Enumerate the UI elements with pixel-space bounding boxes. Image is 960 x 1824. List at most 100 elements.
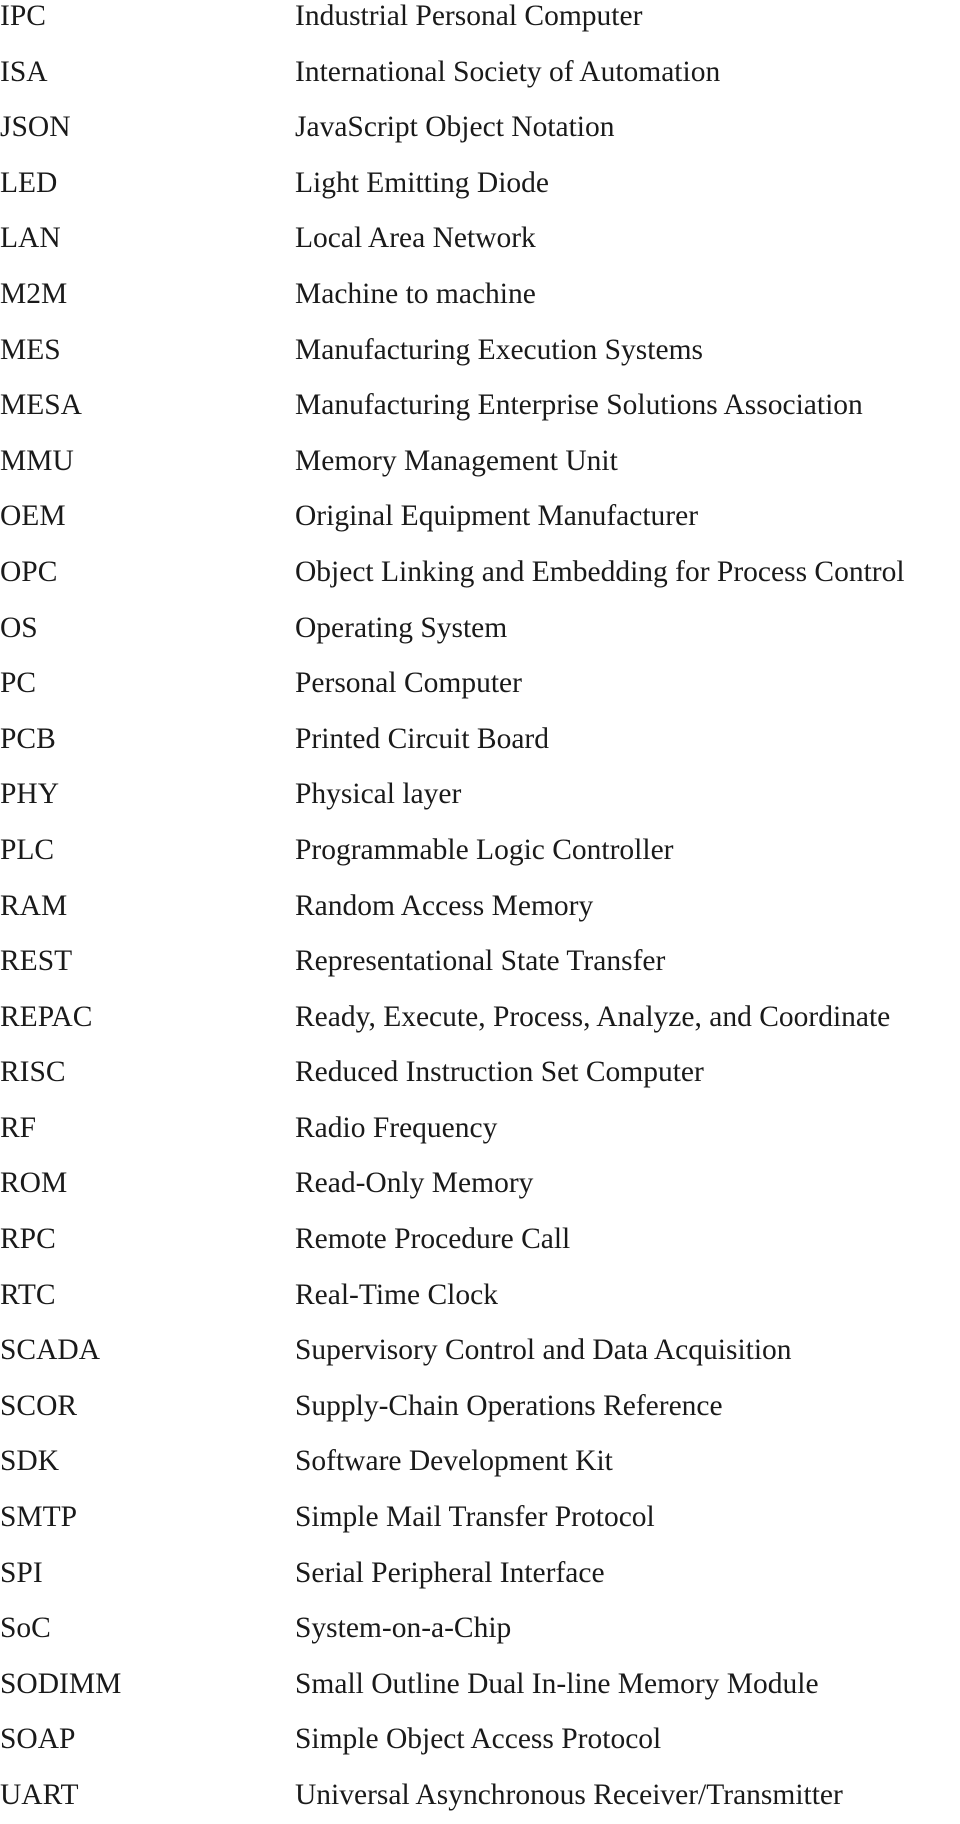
abbreviation-row: SMTP Simple Mail Transfer Protocol — [0, 1490, 960, 1546]
abbreviation-row: SDK Software Development Kit — [0, 1434, 960, 1490]
abbreviation-list: IPC Industrial Personal Computer ISA Intern… — [0, 0, 960, 1824]
abbreviation-term: OEM — [0, 500, 66, 533]
abbreviation-definition: Physical layer — [295, 778, 462, 811]
abbreviation-definition: Simple Object Access Protocol — [295, 1723, 662, 1756]
abbreviation-definition: Manufacturing Execution Systems — [295, 333, 704, 366]
abbreviation-term: REST — [0, 945, 73, 978]
abbreviation-term: SoC — [0, 1612, 51, 1645]
abbreviation-term: IPC — [0, 0, 46, 32]
abbreviation-row: RTC Real-Time Clock — [0, 1268, 960, 1324]
abbreviation-row: RPC Remote Procedure Call — [0, 1212, 960, 1268]
abbreviation-definition: Programmable Logic Controller — [295, 833, 674, 866]
abbreviation-row: MMU Memory Management Unit — [0, 434, 960, 490]
abbreviation-term: SPI — [0, 1556, 43, 1589]
abbreviation-term: RTC — [0, 1278, 56, 1311]
abbreviation-row: IPC Industrial Personal Computer — [0, 0, 960, 45]
abbreviation-row: SODIMM Small Outline Dual In-line Memory … — [0, 1657, 960, 1713]
abbreviation-term: SODIMM — [0, 1667, 122, 1700]
abbreviation-term: LAN — [0, 222, 61, 255]
abbreviation-term: PCB — [0, 722, 56, 755]
abbreviation-row: PCB Printed Circuit Board — [0, 712, 960, 768]
abbreviation-definition: Universal Asynchronous Receiver/Transmit… — [295, 1779, 843, 1811]
abbreviation-row: UART Universal Asynchronous Receiver/Tran… — [0, 1768, 960, 1824]
abbreviation-definition: Real-Time Clock — [295, 1278, 498, 1311]
abbreviation-term: PLC — [0, 833, 55, 866]
abbreviation-definition: Light Emitting Diode — [295, 166, 550, 199]
abbreviation-term: REPAC — [0, 1000, 93, 1033]
abbreviation-term: ROM — [0, 1167, 68, 1200]
abbreviation-row: LAN Local Area Network — [0, 211, 960, 267]
abbreviation-row: SCADA Supervisory Control and Data Acquis… — [0, 1323, 960, 1379]
abbreviation-row: SPI Serial Peripheral Interface — [0, 1546, 960, 1602]
abbreviation-definition: Machine to machine — [295, 277, 536, 310]
abbreviation-row: RAM Random Access Memory — [0, 879, 960, 935]
abbreviation-term: RPC — [0, 1223, 56, 1256]
abbreviation-row: PC Personal Computer — [0, 656, 960, 712]
abbreviation-row: MES Manufacturing Execution Systems — [0, 323, 960, 379]
abbreviation-row: REPAC Ready, Execute, Process, Analyze, a… — [0, 990, 960, 1046]
abbreviation-definition: Representational State Transfer — [295, 945, 666, 978]
abbreviation-definition: Random Access Memory — [295, 889, 594, 922]
abbreviation-row: RF Radio Frequency — [0, 1101, 960, 1157]
abbreviation-row: ISA International Society of Automation — [0, 45, 960, 101]
abbreviation-definition: Manufacturing Enterprise Solutions Assoc… — [295, 389, 863, 422]
abbreviation-definition: Memory Management Unit — [295, 444, 618, 477]
abbreviation-term: SCADA — [0, 1334, 100, 1367]
abbreviation-definition: Object Linking and Embedding for Process… — [295, 555, 905, 588]
abbreviation-definition: JavaScript Object Notation — [295, 111, 615, 144]
abbreviation-definition: Serial Peripheral Interface — [295, 1556, 605, 1589]
abbreviation-definition: International Society of Automation — [295, 55, 721, 88]
abbreviation-definition: Local Area Network — [295, 222, 536, 255]
abbreviation-row: PLC Programmable Logic Controller — [0, 823, 960, 879]
abbreviation-row: MESA Manufacturing Enterprise Solutions A… — [0, 378, 960, 434]
abbreviation-definition: Radio Frequency — [295, 1111, 498, 1144]
abbreviation-definition: Supply-Chain Operations Reference — [295, 1389, 723, 1422]
abbreviation-term: ISA — [0, 55, 48, 88]
abbreviation-term: OPC — [0, 555, 58, 588]
abbreviation-term: MES — [0, 333, 61, 366]
abbreviation-term: RAM — [0, 889, 68, 922]
abbreviation-row: SOAP Simple Object Access Protocol — [0, 1712, 960, 1768]
abbreviation-row: RISC Reduced Instruction Set Computer — [0, 1045, 960, 1101]
abbreviation-row: PHY Physical layer — [0, 767, 960, 823]
abbreviation-row: REST Representational State Transfer — [0, 934, 960, 990]
abbreviation-definition: Original Equipment Manufacturer — [295, 500, 699, 533]
abbreviation-term: SMTP — [0, 1501, 78, 1534]
abbreviation-term: UART — [0, 1779, 79, 1811]
abbreviation-definition: Supervisory Control and Data Acquisition — [295, 1334, 792, 1367]
abbreviation-definition: System-on-a-Chip — [295, 1612, 512, 1645]
abbreviation-term: SDK — [0, 1445, 60, 1478]
abbreviation-term: RF — [0, 1111, 37, 1144]
abbreviation-term: PC — [0, 667, 37, 700]
abbreviation-definition: Ready, Execute, Process, Analyze, and Co… — [295, 1000, 891, 1033]
abbreviation-definition: Reduced Instruction Set Computer — [295, 1056, 704, 1089]
abbreviation-definition: Small Outline Dual In-line Memory Module — [295, 1667, 819, 1700]
abbreviation-row: SCOR Supply-Chain Operations Reference — [0, 1379, 960, 1435]
abbreviation-row: M2M Machine to machine — [0, 267, 960, 323]
abbreviation-row: OPC Object Linking and Embedding for Proc… — [0, 545, 960, 601]
abbreviation-row: LED Light Emitting Diode — [0, 156, 960, 212]
abbreviation-term: PHY — [0, 778, 60, 811]
abbreviation-row: JSON JavaScript Object Notation — [0, 100, 960, 156]
abbreviation-row: OS Operating System — [0, 601, 960, 657]
abbreviation-term: RISC — [0, 1056, 66, 1089]
abbreviation-term: SOAP — [0, 1723, 76, 1756]
abbreviation-definition: Read-Only Memory — [295, 1167, 534, 1200]
abbreviation-term: LED — [0, 166, 58, 199]
abbreviation-term: M2M — [0, 277, 68, 310]
abbreviation-term: JSON — [0, 111, 71, 144]
abbreviation-definition: Operating System — [295, 611, 508, 644]
abbreviation-row: OEM Original Equipment Manufacturer — [0, 489, 960, 545]
abbreviation-definition: Software Development Kit — [295, 1445, 613, 1478]
abbreviation-definition: Printed Circuit Board — [295, 722, 549, 755]
abbreviation-term: OS — [0, 611, 38, 644]
abbreviation-definition: Remote Procedure Call — [295, 1223, 571, 1256]
abbreviation-definition: Simple Mail Transfer Protocol — [295, 1501, 655, 1534]
abbreviation-term: MESA — [0, 389, 82, 422]
abbreviation-term: MMU — [0, 444, 74, 477]
abbreviation-definition: Personal Computer — [295, 667, 522, 700]
abbreviation-definition: Industrial Personal Computer — [295, 0, 643, 32]
abbreviation-row: ROM Read-Only Memory — [0, 1156, 960, 1212]
abbreviation-term: SCOR — [0, 1389, 78, 1422]
abbreviation-row: SoC System-on-a-Chip — [0, 1601, 960, 1657]
